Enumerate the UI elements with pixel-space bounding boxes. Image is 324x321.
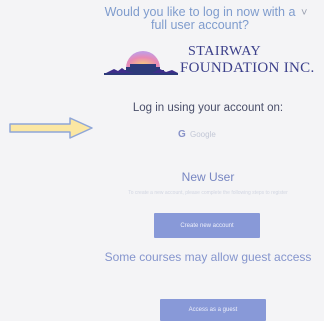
stairway-logo-icon xyxy=(104,51,178,75)
guest-access-heading: Some courses may allow guest access xyxy=(104,250,312,264)
new-user-heading: New User xyxy=(181,170,235,184)
arrow-right-icon xyxy=(9,117,93,139)
google-login-label: Google xyxy=(190,130,216,139)
logo-title-line1: STAIRWAY xyxy=(188,44,262,59)
guest-access-button[interactable]: Access as a guest xyxy=(160,299,266,321)
new-user-description: To create a new account, please complete… xyxy=(128,190,288,196)
create-account-button[interactable]: Create new account xyxy=(154,213,260,238)
dialog-headline: Would you like to log in now with a full… xyxy=(104,5,296,32)
google-icon: G xyxy=(178,129,186,140)
logo-title-line2: FOUNDATION INC. xyxy=(180,60,315,76)
login-heading: Log in using your account on: xyxy=(132,102,284,114)
foundation-logo: STAIRWAY FOUNDATION INC. xyxy=(104,40,322,82)
google-login-button[interactable]: G Google xyxy=(178,129,218,141)
chevron-down-icon[interactable]: ˅ xyxy=(301,7,307,19)
